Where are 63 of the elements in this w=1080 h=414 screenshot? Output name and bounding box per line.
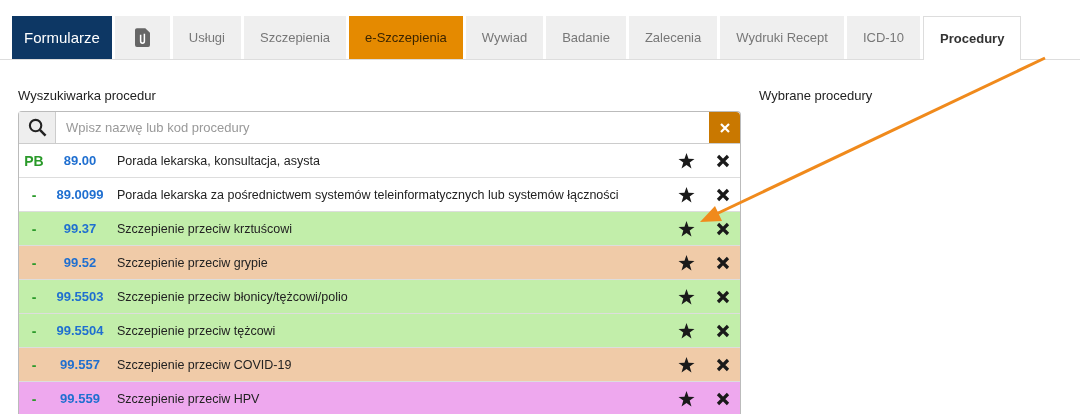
star-icon[interactable] [678,186,695,203]
close-icon[interactable] [716,391,730,406]
star-icon[interactable] [678,390,695,407]
close-icon[interactable] [716,255,730,270]
procedure-mark: - [30,356,38,373]
star-icon[interactable] [678,254,695,271]
star-icon[interactable] [678,288,695,305]
tab[interactable]: Formularze [12,16,112,59]
procedure-code: 99.37 [62,221,98,236]
procedure-mark: - [30,288,38,305]
tab[interactable]: Zalecenia [628,16,718,59]
procedure-code: 99.52 [62,255,98,270]
panel-title: Wybrane procedury [759,88,873,103]
procedure-code: 99.559 [59,391,101,406]
procedure-name: Szczepienie przeciw błonicy/tężcowi/polio [117,289,349,304]
close-icon [719,122,730,133]
tab[interactable]: ICD-10 [846,16,921,59]
tab[interactable]: Procedury [923,16,1022,60]
star-icon[interactable] [678,220,695,237]
tab[interactable]: e-Szczepienia [349,16,463,59]
procedure-mark: PB [23,152,45,169]
procedure-mark: - [30,186,38,203]
star-icon[interactable] [678,356,695,373]
search-icon[interactable] [27,118,47,137]
tab[interactable]: Szczepienia [244,16,347,59]
procedure-mark: - [30,390,38,407]
attachment-tab[interactable] [114,16,170,59]
tab[interactable]: Usługi [172,16,241,59]
star-icon[interactable] [678,322,695,339]
procedure-code: 99.557 [59,357,101,372]
procedure-mark: - [30,322,38,339]
procedure-name: Szczepienie przeciw tężcowi [117,323,277,338]
panel-title: Wyszukiwarka procedur [18,88,157,103]
tab[interactable]: Badanie [546,16,626,59]
procedure-name: Szczepienie przeciw HPV [117,391,261,406]
procedure-code: 99.5504 [55,323,105,338]
procedure-code: 99.5503 [55,289,105,304]
procedure-row[interactable]: - 99.5503 Szczepienie przeciw błonicy/tężcowi/polio [19,280,740,314]
procedure-row[interactable]: - 99.37 Szczepienie przeciw krztuścowi [19,212,740,246]
close-icon[interactable] [716,323,730,338]
tab[interactable]: Wydruki Recept [720,16,844,59]
procedure-row[interactable]: - 99.557 Szczepienie przeciw COVID-19 [19,348,740,382]
close-icon[interactable] [716,221,730,236]
procedure-mark: - [30,254,38,271]
procedure-name: Porada lekarska, konsultacja, asysta [117,153,321,168]
procedure-code: 89.0099 [55,187,105,202]
procedure-name: Szczepienie przeciw COVID-19 [117,357,293,372]
star-icon[interactable] [678,152,695,169]
procedure-name: Szczepienie przeciw grypie [117,255,269,270]
procedure-row[interactable]: - 99.559 Szczepienie przeciw HPV [19,382,740,414]
procedure-row[interactable]: - 99.52 Szczepienie przeciw grypie [19,246,740,280]
document-clip-icon [134,28,150,47]
procedure-mark: - [30,220,38,237]
close-icon[interactable] [716,187,730,202]
close-icon[interactable] [716,153,730,168]
close-icon[interactable] [716,289,730,304]
close-icon[interactable] [716,357,730,372]
procedure-name: Szczepienie przeciw krztuścowi [117,221,294,236]
tab[interactable]: Wywiad [465,16,544,59]
procedure-code: 89.00 [62,153,98,168]
clear-button[interactable] [709,112,740,143]
procedure-name: Porada lekarska za pośrednictwem systemów teleinformatycznych lub systemów łączności [117,187,620,202]
procedure-row[interactable]: - 99.5504 Szczepienie przeciw tężcowi [19,314,740,348]
